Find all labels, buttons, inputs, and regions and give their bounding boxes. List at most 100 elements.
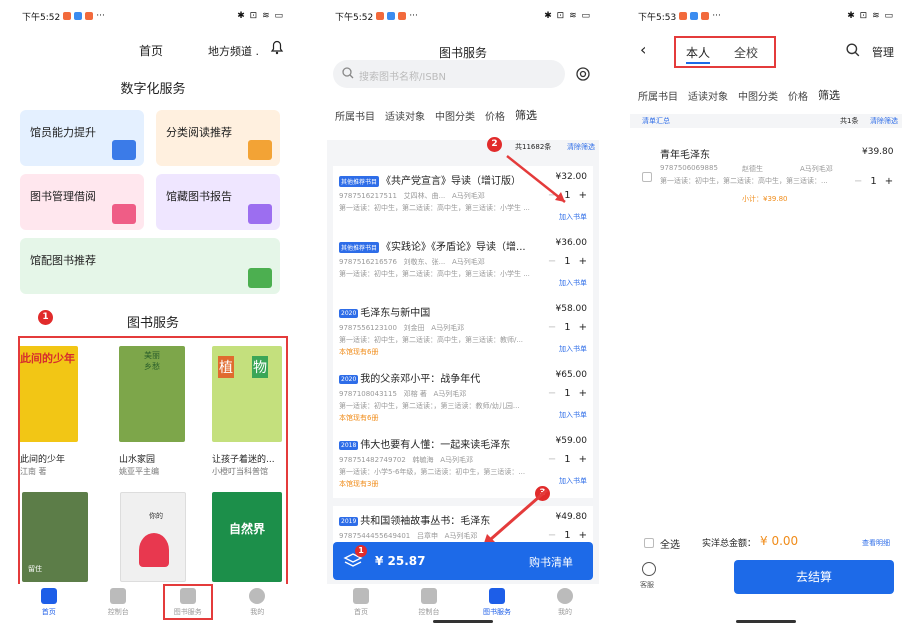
bell-icon[interactable] — [270, 39, 284, 55]
quantity-stepper[interactable]: − 1 + — [854, 176, 893, 187]
back-icon[interactable]: ‹ — [640, 40, 646, 59]
tile-collection-report[interactable]: 馆藏图书报告 — [156, 174, 280, 230]
cart-item-price: ¥39.80 — [862, 147, 894, 157]
tile-label: 馆藏图书报告 — [166, 190, 232, 203]
filter-button[interactable]: 筛选 — [515, 107, 537, 123]
filter-price[interactable]: 价格 — [485, 108, 505, 123]
chart-icon — [248, 204, 272, 224]
nav-book-services[interactable]: 图书服务 — [472, 588, 522, 617]
list-tag: 2020 — [339, 374, 359, 384]
more-notifications-icon: ··· — [96, 11, 105, 21]
tile-librarian-training[interactable]: 馆员能力提升 — [20, 110, 144, 166]
tab-indicator — [686, 62, 710, 64]
customer-service-icon[interactable] — [642, 562, 656, 576]
book-isbn: 9787516216576 — [339, 258, 397, 266]
status-time: 下午5:52 — [22, 12, 61, 23]
grid-icon — [110, 588, 127, 604]
app-notification-icon — [63, 12, 72, 20]
section-title-book-services: 图书服务 — [126, 316, 179, 331]
list-summary-row: 清单汇总 共1条 清除筛选 — [630, 114, 902, 128]
tile-label: 馆配图书推荐 — [30, 254, 96, 267]
filter-button[interactable]: 筛选 — [818, 87, 840, 103]
search-icon[interactable] — [846, 42, 860, 61]
cart-item-title[interactable]: 青年毛泽东 — [660, 146, 710, 161]
search-input[interactable]: 搜索图书名称/ISBN — [333, 60, 565, 88]
total-amount: ¥ 0.00 — [760, 534, 799, 548]
home-icon — [40, 588, 57, 604]
filter-classification[interactable]: 中图分类 — [435, 108, 475, 123]
clear-filter-link[interactable]: 清除筛选 — [870, 116, 898, 126]
book-authors: 艾四林、曲... — [403, 192, 446, 200]
tile-category-reading[interactable]: 分类阅读推荐 — [156, 110, 280, 166]
filter-catalog[interactable]: 所属书目 — [638, 88, 678, 103]
page-title: 首页 — [139, 44, 164, 58]
app-notification-icon — [690, 12, 699, 20]
phone-home-screen: 下午5:52 ··· ✱ ⊡ ≋ ▭ 首页 地方频道 . 数字化服务 馆员能力提… — [14, 6, 292, 626]
nav-mine[interactable]: 我的 — [232, 588, 282, 617]
nav-label: 控制台 — [418, 608, 440, 616]
book-isbn: 9787516217511 — [339, 192, 397, 200]
nav-book-services[interactable]: 图书服务 — [162, 584, 213, 620]
checkout-button[interactable]: 去结算 — [734, 560, 894, 594]
more-notifications-icon: ··· — [712, 11, 721, 21]
customer-service-label[interactable]: 客服 — [640, 580, 654, 590]
book-title[interactable]: 我的父亲邓小平：战争年代 — [360, 374, 480, 385]
book-title[interactable]: 共和国领袖故事丛书：毛泽东 — [360, 516, 490, 527]
minus-button[interactable]: − — [854, 176, 862, 187]
filter-catalog[interactable]: 所属书目 — [335, 108, 375, 123]
select-all-checkbox[interactable] — [644, 538, 654, 548]
tile-book-recommend[interactable]: 馆配图书推荐 — [20, 238, 280, 294]
cart-item-subtotal: 小计：¥39.80 — [742, 195, 788, 203]
filter-classification[interactable]: 中图分类 — [738, 88, 778, 103]
scan-settings-icon[interactable] — [575, 66, 591, 86]
tab-school[interactable]: 全校 — [734, 44, 758, 61]
filter-readers[interactable]: 适读对象 — [385, 108, 425, 123]
home-indicator — [736, 620, 796, 623]
tile-book-management[interactable]: 图书管理借阅 — [20, 174, 144, 230]
book-authors: 刘敬东、张... — [403, 258, 446, 266]
cart-count-badge: 1 — [355, 545, 367, 557]
more-notifications-icon: ··· — [409, 11, 418, 21]
highlight-box — [18, 336, 288, 588]
status-icons: ✱ ⊡ ≋ ▭ — [544, 11, 591, 21]
cart-item-readers: 第一适读：初中生，第二适读：高中生，第三适读：... — [660, 177, 828, 185]
nav-label: 首页 — [41, 608, 56, 616]
nav-home[interactable]: 首页 — [336, 588, 386, 617]
search-doc-icon — [112, 204, 136, 224]
filter-readers[interactable]: 适读对象 — [688, 88, 728, 103]
filter-price[interactable]: 价格 — [788, 88, 808, 103]
tab-self[interactable]: 本人 — [686, 44, 710, 61]
nav-mine[interactable]: 我的 — [540, 588, 590, 617]
status-icons: ✱ ⊡ ≋ ▭ — [847, 11, 894, 21]
nav-label: 首页 — [354, 608, 368, 616]
app-notification-icon — [679, 12, 688, 20]
list-summary-link[interactable]: 清单汇总 — [642, 116, 670, 126]
app-notification-icon — [85, 12, 94, 20]
phone-book-services: 下午5:52 ··· ✱ ⊡ ≋ ▭ 图书服务 搜索图书名称/ISBN 所属书目… — [327, 6, 599, 626]
book-class: A马列毛邓 — [431, 324, 465, 332]
item-checkbox[interactable] — [642, 172, 652, 182]
cart-bar[interactable]: 1 ¥ 25.87 购书清单 — [333, 542, 593, 580]
user-icon — [557, 588, 573, 604]
filter-bar: 所属书目 适读对象 中图分类 价格 筛选 — [327, 102, 599, 128]
status-time: 下午5:52 — [335, 12, 374, 23]
app-notification-icon — [398, 12, 407, 20]
book-title[interactable]: 毛泽东与新中国 — [360, 308, 430, 319]
nav-console[interactable]: 控制台 — [93, 588, 143, 617]
status-bar: 下午5:52 ··· ✱ ⊡ ≋ ▭ — [14, 6, 292, 26]
book-list-button[interactable]: 购书清单 — [529, 554, 573, 570]
books-icon — [248, 268, 272, 288]
list-tag: 2020 — [339, 308, 359, 318]
nav-console[interactable]: 控制台 — [404, 588, 454, 617]
select-all-label[interactable]: 全选 — [660, 536, 680, 551]
plus-button[interactable]: + — [885, 176, 893, 187]
home-indicator — [433, 620, 493, 623]
app-notification-icon — [387, 12, 396, 20]
nav-label: 我的 — [558, 608, 572, 616]
nav-home[interactable]: 首页 — [24, 588, 74, 617]
view-detail-link[interactable]: 查看明细 — [862, 538, 890, 548]
local-channel-link[interactable]: 地方频道 . — [208, 43, 259, 59]
books-icon — [489, 588, 505, 604]
section-title-digital-services: 数字化服务 — [120, 82, 186, 97]
manage-button[interactable]: 管理 — [872, 44, 894, 60]
